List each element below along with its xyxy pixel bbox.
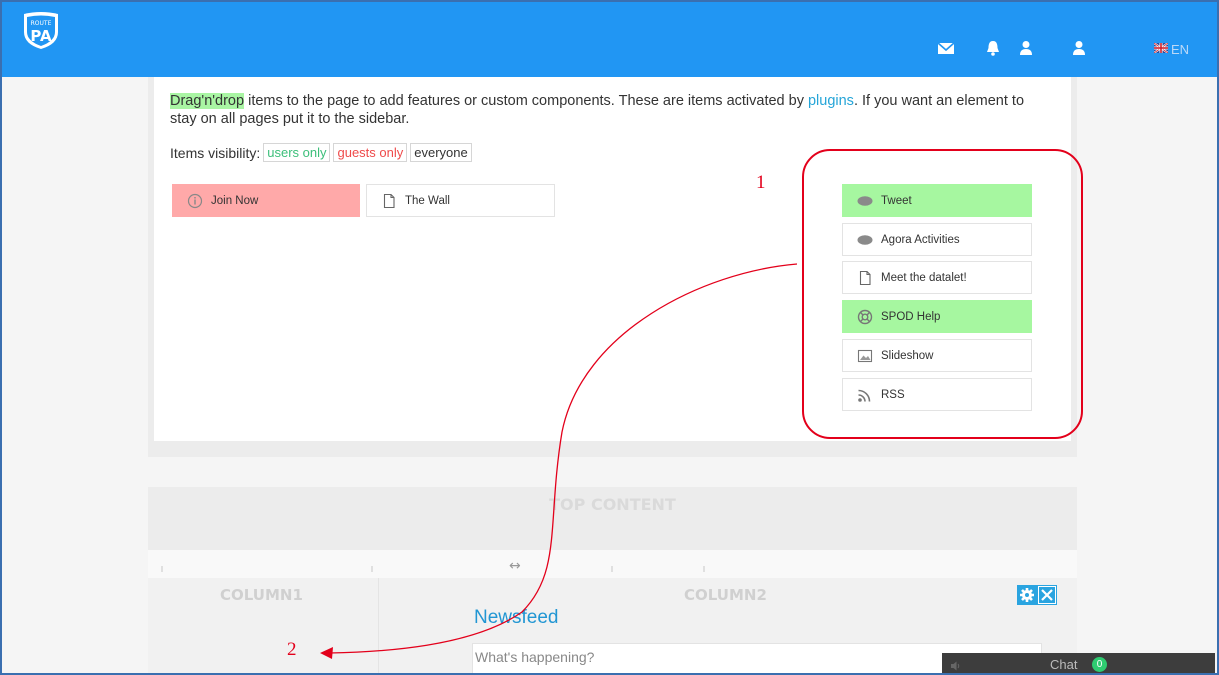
annotation-number-1: 1 bbox=[756, 172, 766, 193]
logo-top-text: ROUTE bbox=[31, 20, 52, 27]
column-resize-bar[interactable]: ↔ bbox=[148, 550, 1077, 578]
guests-only-tag: guests only bbox=[333, 143, 408, 162]
widget-label: The Wall bbox=[405, 194, 450, 207]
widget-join-now[interactable]: Join Now bbox=[172, 184, 360, 217]
logo-bottom-text: PA bbox=[30, 27, 52, 45]
widget-label: Join Now bbox=[211, 194, 259, 207]
column2-label: COLUMN2 bbox=[684, 586, 767, 604]
chat-bar[interactable]: Chat 0 bbox=[942, 653, 1215, 673]
profile-icon[interactable] bbox=[1070, 40, 1088, 56]
top-content-label: TOP CONTENT bbox=[549, 495, 676, 514]
top-navigation-bar: ROUTE PA EN bbox=[2, 2, 1217, 77]
customize-instructions: Drag'n'drop items to the page to add fea… bbox=[170, 92, 1050, 128]
everyone-tag: everyone bbox=[410, 143, 472, 162]
visibility-label: Items visibility: bbox=[170, 144, 261, 161]
drag-drop-label: Drag'n'drop bbox=[170, 93, 245, 109]
bell-icon[interactable] bbox=[984, 40, 1002, 56]
gear-icon bbox=[1020, 588, 1034, 602]
language-selector[interactable]: EN bbox=[1153, 40, 1190, 58]
column-divider bbox=[378, 578, 379, 673]
top-content-section: TOP CONTENT bbox=[148, 487, 1077, 550]
available-items-callout bbox=[802, 149, 1083, 439]
annotation-number-2: 2 bbox=[287, 639, 297, 660]
chat-label: Chat bbox=[1050, 657, 1078, 672]
app-frame: ROUTE PA EN Drag'n'drop items to the pag… bbox=[0, 0, 1219, 675]
plugins-link[interactable]: plugins bbox=[808, 93, 854, 109]
language-label: EN bbox=[1171, 41, 1190, 57]
speaker-icon[interactable] bbox=[950, 659, 962, 671]
items-visibility-legend: Items visibility: users only guests only… bbox=[170, 143, 472, 162]
mail-icon[interactable] bbox=[937, 40, 955, 56]
document-icon bbox=[381, 193, 397, 209]
route-to-pa-logo[interactable]: ROUTE PA bbox=[20, 10, 62, 50]
user-icon[interactable] bbox=[1017, 40, 1035, 56]
close-icon bbox=[1038, 586, 1056, 604]
widget-the-wall[interactable]: The Wall bbox=[366, 184, 555, 217]
resize-handle-icon[interactable]: ↔ bbox=[509, 558, 521, 574]
chat-count-badge: 0 bbox=[1092, 657, 1107, 672]
uk-flag-icon bbox=[1153, 40, 1169, 58]
info-icon bbox=[187, 193, 203, 209]
newsfeed-title: Newsfeed bbox=[474, 607, 559, 628]
widget-close-button[interactable] bbox=[1037, 585, 1057, 605]
users-only-tag: users only bbox=[263, 143, 331, 162]
widget-settings-button[interactable] bbox=[1017, 585, 1037, 605]
column1-label: COLUMN1 bbox=[220, 586, 303, 604]
intro-text-part1: items to the page to add features or cus… bbox=[244, 93, 808, 109]
